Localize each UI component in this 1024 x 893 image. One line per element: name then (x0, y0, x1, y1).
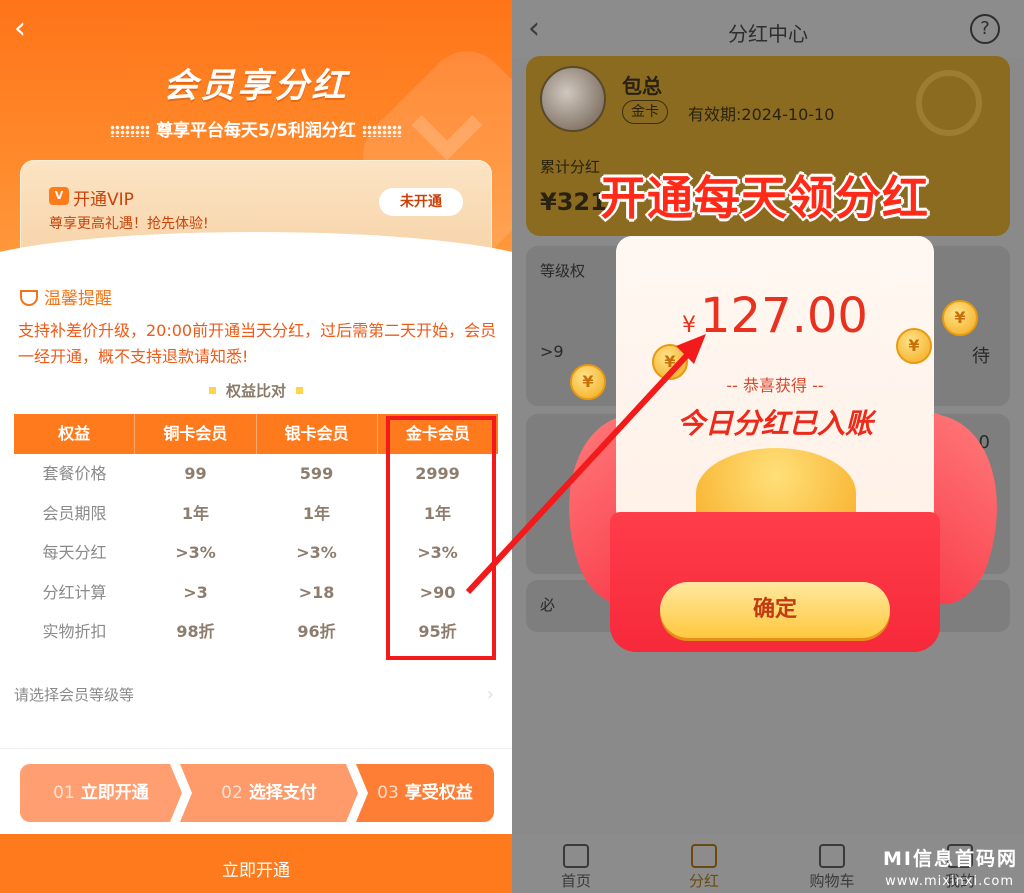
coin-icon: ¥ (896, 328, 932, 364)
watermark: MI信息首码网 (883, 848, 1018, 870)
step-number: 01 (53, 783, 75, 803)
tip-heading: 温馨提醒 (20, 284, 112, 309)
top-bar: ‹ 分红中心 ? (512, 0, 1024, 58)
vip-title: 开通VIP (73, 190, 134, 210)
tab-cart[interactable]: 购物车 (768, 834, 896, 893)
steps-bar: 01 立即开通 02 选择支付 03 享受权益 (20, 764, 494, 822)
tab-home[interactable]: 首页 (512, 834, 640, 893)
dots-decoration (361, 125, 402, 137)
table-cell: 会员期限 (42, 503, 107, 523)
coin-icon: ¥ (570, 364, 606, 400)
dividend-icon (691, 844, 717, 868)
highlight-box (386, 416, 496, 660)
accumulated-label: 累计分红 (540, 158, 601, 176)
step-1: 01 立即开通 (20, 764, 182, 822)
table-header-cell[interactable]: 银卡会员 (257, 414, 378, 454)
reward-amount: ¥127.00 (616, 288, 934, 344)
amount-value: 127.00 (700, 288, 868, 344)
step-label: 立即开通 (80, 783, 149, 803)
user-name: 包总 (622, 74, 662, 98)
cart-icon (819, 844, 845, 868)
level-card-label: 等级权 (540, 262, 586, 280)
coin-icon: ¥ (942, 300, 978, 336)
select-level-label: 请选择会员等级等 (14, 686, 135, 704)
vip-icon: V (49, 187, 69, 205)
promo-headline: 开通每天领分红 (599, 170, 930, 227)
tab-dividend[interactable]: 分红 (640, 834, 768, 893)
home-icon (563, 844, 589, 868)
table-cell: 96折 (297, 622, 336, 641)
step-label: 选择支付 (248, 783, 317, 803)
table-cell: 599 (299, 464, 334, 483)
table-cell: >3% (175, 543, 216, 562)
hero-subtitle-text: 尊享平台每天5/5利润分红 (156, 121, 356, 141)
back-icon[interactable]: ‹ (14, 14, 40, 44)
chevron-right-icon: › (486, 684, 494, 705)
level-card-status: 待 (972, 346, 990, 367)
step-number: 02 (221, 783, 243, 803)
step-3: 03 享受权益 (356, 764, 494, 822)
watermark-url: www.mixinxi.com (885, 874, 1014, 889)
level-card-value: >9 (540, 342, 564, 361)
tab-label: 购物车 (809, 872, 855, 890)
tip-text: 支持补差价升级，20:00前开通当天分红，过后需第二天开始，会员一经开通，概不支… (18, 321, 497, 366)
table-cell: 分红计算 (42, 582, 107, 602)
dots-decoration (110, 125, 151, 137)
table-header-cell[interactable]: 铜卡会员 (135, 414, 257, 454)
hero-title: 会员享分红 (163, 66, 349, 106)
accumulated-value: ¥321 (540, 188, 607, 216)
currency-symbol: ¥ (682, 313, 697, 338)
open-now-button[interactable]: 立即开通 (0, 834, 512, 893)
select-level-row[interactable]: 请选择会员等级等 › (14, 684, 498, 705)
step-label: 享受权益 (404, 783, 473, 803)
step-number: 03 (377, 783, 399, 803)
square-icon (208, 387, 216, 394)
help-icon[interactable]: ? (970, 14, 1000, 44)
rank-badge-icon (916, 70, 982, 136)
confirm-button[interactable]: 确定 (660, 582, 890, 638)
expiry-date: 有效期:2024-10-10 (688, 105, 835, 124)
table-cell: 每天分红 (42, 543, 107, 562)
step-2: 02 选择支付 (180, 764, 358, 822)
avatar (540, 66, 606, 132)
hero-subtitle: 尊享平台每天5/5利润分红 (0, 116, 512, 141)
square-icon (296, 387, 303, 394)
table-cell: >3 (183, 582, 208, 602)
vip-status-button[interactable]: 未开通 (379, 188, 463, 216)
notice-card-label: 必 (540, 596, 556, 614)
compare-title: 权益比对 (0, 380, 512, 401)
member-badge: 金卡 (622, 100, 668, 124)
divider (0, 748, 512, 749)
flower-icon (20, 290, 38, 306)
vip-desc: 尊享更高礼遇！抢先体验! (49, 216, 209, 232)
table-cell: 套餐价格 (42, 464, 107, 483)
table-cell: >18 (298, 582, 335, 602)
popup-message: 今日分红已入账 (676, 407, 873, 440)
table-cell: 实物折扣 (42, 622, 107, 641)
table-cell: 98折 (176, 622, 215, 641)
tab-label: 首页 (560, 872, 591, 890)
compare-title-text: 权益比对 (225, 382, 286, 400)
dividend-center-page: ‹ 分红中心 ? 包总 金卡 有效期:2024-10-10 累计分红 ¥321 … (512, 0, 1024, 893)
table-cell: 99 (184, 464, 207, 483)
table-cell: 1年 (181, 503, 210, 523)
table-cell: 1年 (302, 503, 331, 523)
membership-page: ‹ 会员享分红 尊享平台每天5/5利润分红 V 开通VIP 尊享更高礼遇！抢先体… (0, 0, 512, 893)
table-cell: >3% (296, 543, 337, 562)
tab-label: 分红 (688, 872, 719, 890)
table-header-cell: 权益 (14, 414, 136, 454)
coin-icon: ¥ (652, 344, 688, 380)
tip-heading-text: 温馨提醒 (44, 289, 112, 309)
page-title: 分红中心 (728, 22, 808, 46)
hero-banner: ‹ 会员享分红 尊享平台每天5/5利润分红 V 开通VIP 尊享更高礼遇！抢先体… (0, 0, 512, 276)
